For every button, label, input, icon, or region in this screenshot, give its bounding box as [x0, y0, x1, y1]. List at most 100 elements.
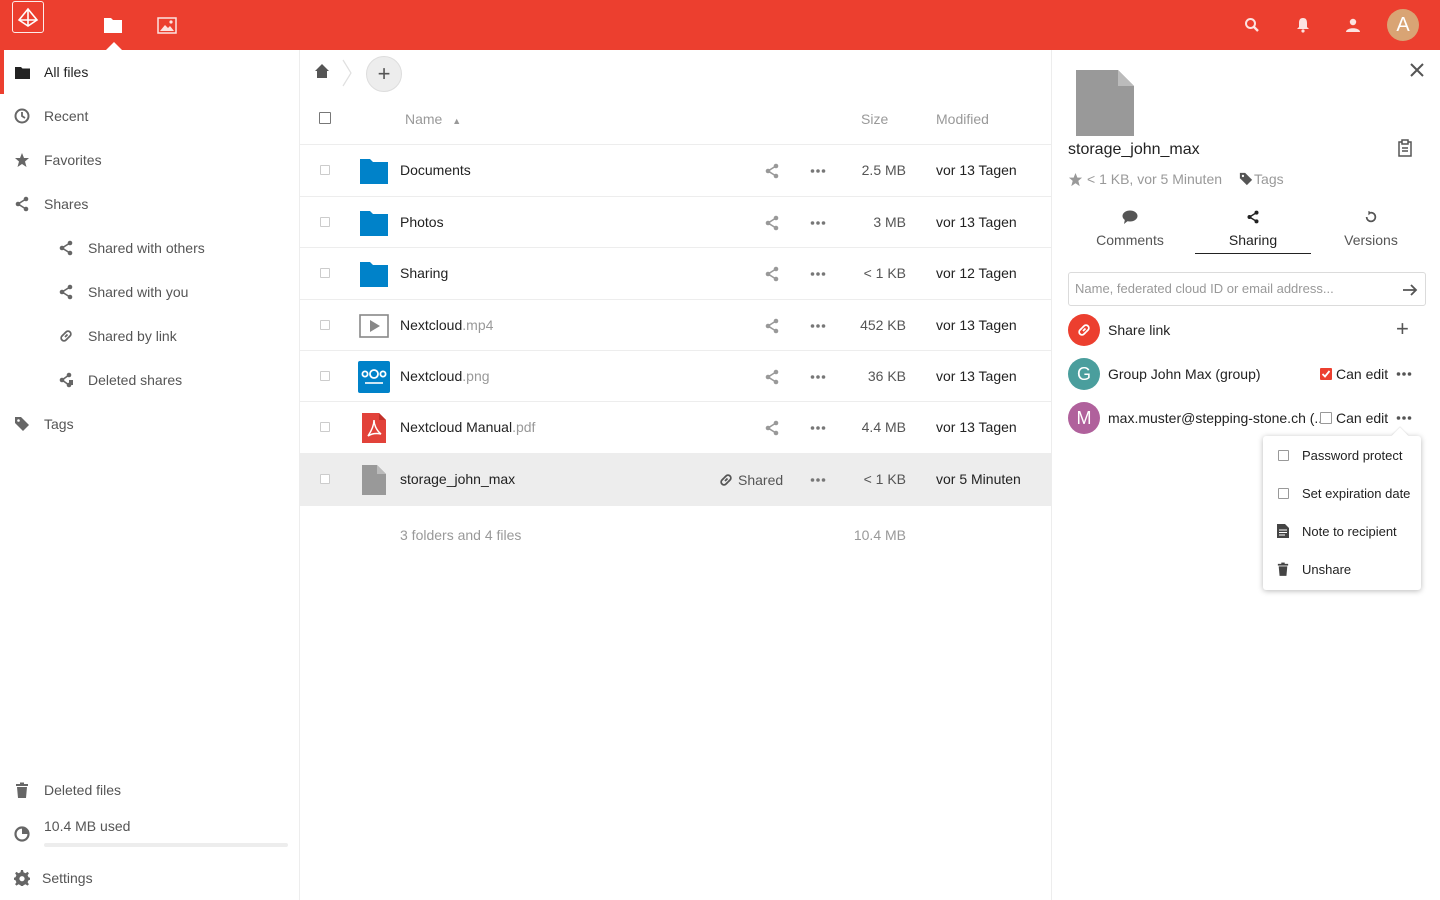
row-checkbox[interactable]: [320, 422, 330, 432]
column-header-modified[interactable]: Modified: [936, 111, 989, 127]
more-actions-icon[interactable]: [810, 163, 826, 179]
file-name[interactable]: Documents: [400, 162, 471, 178]
shared-status-label[interactable]: Shared: [738, 472, 783, 488]
more-actions-icon[interactable]: [810, 266, 826, 282]
arrow-right-icon[interactable]: [1401, 281, 1419, 299]
avatar-letter: G: [1076, 363, 1091, 384]
share-entry-user: M max.muster@stepping-stone.ch (... Can …: [1068, 396, 1426, 440]
file-name[interactable]: storage_john_max: [400, 471, 515, 487]
share-menu-icon[interactable]: [1396, 366, 1412, 382]
share-input-placeholder: Name, federated cloud ID or email addres…: [1075, 281, 1334, 296]
trash-icon: [14, 782, 30, 798]
more-actions-icon[interactable]: [810, 472, 826, 488]
more-actions-icon[interactable]: [810, 318, 826, 334]
more-actions-icon[interactable]: [810, 420, 826, 436]
close-icon[interactable]: [1409, 62, 1425, 78]
share-search-input[interactable]: Name, federated cloud ID or email addres…: [1068, 272, 1426, 306]
file-name[interactable]: Nextcloud Manual.pdf: [400, 419, 535, 435]
new-file-button[interactable]: +: [366, 56, 402, 92]
row-checkbox[interactable]: [320, 320, 330, 330]
sort-ascending-icon: ▲: [452, 116, 462, 126]
file-modified: vor 13 Tagen: [936, 214, 1017, 230]
quota-bar: [44, 843, 288, 847]
file-name-base: Documents: [400, 162, 471, 178]
share-icon[interactable]: [764, 420, 780, 436]
share-icon[interactable]: [764, 318, 780, 334]
share-link-row[interactable]: Share link +: [1068, 308, 1426, 352]
nextcloud-logo[interactable]: [12, 1, 44, 33]
file-name[interactable]: Nextcloud.mp4: [400, 317, 493, 333]
file-row-documents[interactable]: Documents 2.5 MB vor 13 Tagen: [300, 144, 1051, 196]
file-row-storage-john-max[interactable]: storage_john_max Shared < 1 KB vor 5 Min…: [300, 453, 1051, 505]
link-icon[interactable]: [718, 472, 734, 488]
row-checkbox[interactable]: [320, 474, 330, 484]
tab-versions[interactable]: Versions: [1313, 206, 1429, 254]
notifications-icon[interactable]: [1291, 13, 1315, 37]
quota-pie-icon: [14, 826, 30, 842]
menu-item-password-protect[interactable]: Password protect: [1263, 436, 1421, 474]
row-checkbox[interactable]: [320, 217, 330, 227]
gallery-app-icon[interactable]: [155, 13, 179, 37]
file-row-nextcloud-manual-pdf[interactable]: Nextcloud Manual.pdf 4.4 MB vor 13 Tagen: [300, 401, 1051, 453]
file-name[interactable]: Sharing: [400, 265, 448, 281]
sidebar-item-settings[interactable]: Settings: [0, 856, 299, 900]
menu-item-note-to-recipient[interactable]: Note to recipient: [1263, 512, 1421, 550]
sidebar-item-favorites[interactable]: Favorites: [0, 138, 299, 182]
select-all-checkbox[interactable]: [319, 112, 331, 124]
column-header-size[interactable]: Size: [861, 111, 888, 127]
contacts-icon[interactable]: [1341, 13, 1365, 37]
share-icon[interactable]: [764, 163, 780, 179]
file-row-photos[interactable]: Photos 3 MB vor 13 Tagen: [300, 196, 1051, 248]
link-icon: [58, 328, 74, 344]
tag-icon: [1239, 172, 1253, 186]
file-row-nextcloud-png[interactable]: Nextcloud.png 36 KB vor 13 Tagen: [300, 350, 1051, 402]
tags-link[interactable]: Tags: [1254, 171, 1284, 187]
menu-item-set-expiration-date[interactable]: Set expiration date: [1263, 474, 1421, 512]
sidebar-item-shared-by-link[interactable]: Shared by link: [0, 314, 299, 358]
avatar-letter: A: [1396, 13, 1410, 36]
row-checkbox[interactable]: [320, 268, 330, 278]
menu-item-unshare[interactable]: Unshare: [1263, 550, 1421, 588]
sidebar-item-tags[interactable]: Tags: [0, 402, 299, 446]
row-checkbox[interactable]: [320, 165, 330, 175]
sidebar-item-all-files[interactable]: All files: [0, 50, 299, 94]
row-checkbox[interactable]: [320, 371, 330, 381]
add-share-link-icon[interactable]: +: [1396, 318, 1412, 340]
more-actions-icon[interactable]: [810, 215, 826, 231]
share-icon[interactable]: [764, 369, 780, 385]
breadcrumb-home-icon[interactable]: [314, 63, 330, 79]
quota-indicator: 10.4 MB used: [0, 812, 299, 846]
avatar-letter: M: [1076, 407, 1092, 428]
file-row-sharing[interactable]: Sharing < 1 KB vor 12 Tagen: [300, 247, 1051, 299]
sidebar-item-shares[interactable]: Shares: [0, 182, 299, 226]
can-edit-checkbox[interactable]: Can edit: [1320, 410, 1388, 426]
sidebar-item-shared-with-you[interactable]: Shared with you: [0, 270, 299, 314]
breadcrumb-separator-icon: [340, 58, 354, 88]
can-edit-checkbox[interactable]: Can edit: [1320, 366, 1388, 382]
more-actions-icon[interactable]: [810, 369, 826, 385]
share-menu-icon[interactable]: [1396, 410, 1412, 426]
files-app-icon[interactable]: [101, 13, 125, 37]
sidebar-item-recent[interactable]: Recent: [0, 94, 299, 138]
tab-sharing[interactable]: Sharing: [1195, 206, 1311, 254]
column-header-name[interactable]: Name ▲: [405, 111, 461, 127]
deleted-share-icon: [58, 372, 74, 388]
share-icon[interactable]: [764, 215, 780, 231]
sidebar-item-shared-with-others[interactable]: Shared with others: [0, 226, 299, 270]
file-row-nextcloud-mp4[interactable]: Nextcloud.mp4 452 KB vor 13 Tagen: [300, 299, 1051, 351]
clipboard-icon[interactable]: [1396, 139, 1414, 157]
file-modified: vor 13 Tagen: [936, 368, 1017, 384]
sidebar-item-deleted-shares[interactable]: Deleted shares: [0, 358, 299, 402]
share-icon[interactable]: [764, 266, 780, 282]
search-icon[interactable]: [1240, 13, 1264, 37]
details-filename: storage_john_max: [1068, 141, 1200, 158]
file-name[interactable]: Photos: [400, 214, 444, 230]
menu-item-label: Note to recipient: [1302, 523, 1397, 539]
user-avatar[interactable]: A: [1387, 9, 1419, 41]
file-name[interactable]: Nextcloud.png: [400, 368, 490, 384]
file-preview-icon: [1076, 70, 1134, 136]
tab-comments[interactable]: Comments: [1072, 206, 1188, 254]
sidebar: All files Recent Favorites Shares Shared…: [0, 50, 300, 900]
favorite-star-icon[interactable]: [1068, 172, 1083, 187]
sidebar-item-deleted-files[interactable]: Deleted files: [0, 768, 299, 812]
